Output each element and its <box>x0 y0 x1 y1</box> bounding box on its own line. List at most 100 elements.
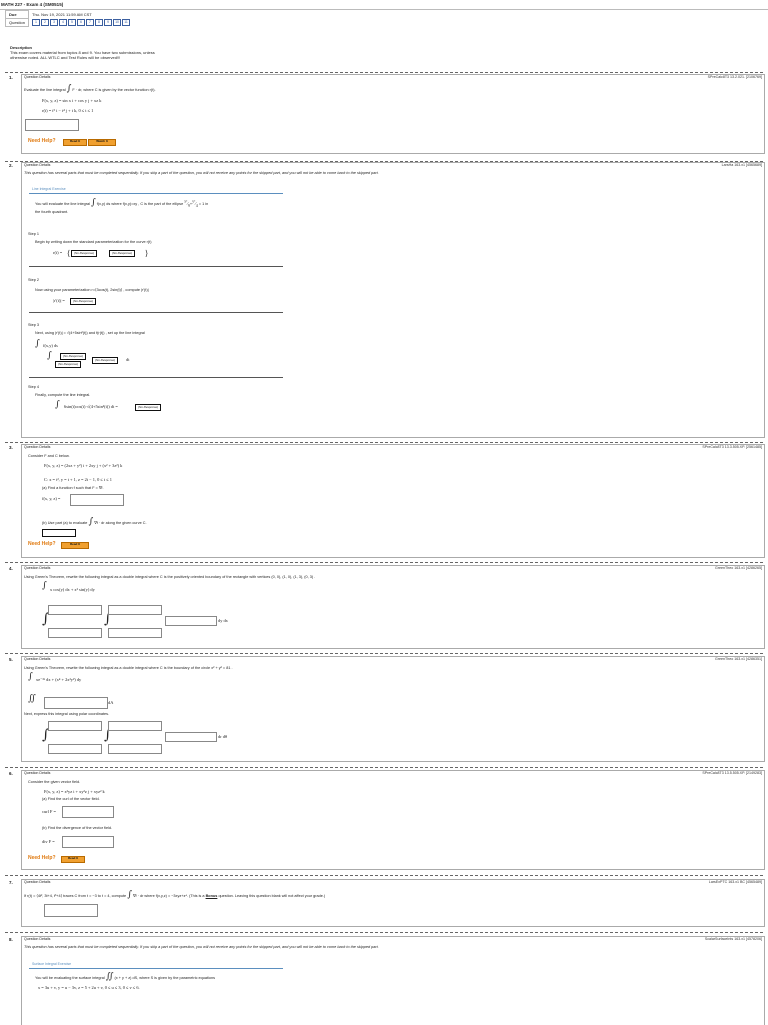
q5-inner-lower-input[interactable] <box>108 744 162 754</box>
dt-label: dt <box>126 357 130 362</box>
q2-step3-lower-input[interactable]: (No Response) <box>55 361 82 368</box>
question-nav: 1 2 3 4 5 6 7 8 9 10 11 <box>29 19 134 27</box>
question-label: Question <box>4 18 30 27</box>
q1-read-it-button[interactable]: Read It <box>63 139 87 146</box>
q2-tutorial-label: Line Integral Exercise <box>32 187 66 191</box>
question-nav-item[interactable]: 3 <box>50 19 59 26</box>
question-nav-item[interactable]: 8 <box>95 19 104 26</box>
q7-prompt-c: question. Leaving this question blank wi… <box>218 894 326 898</box>
left-angle-bracket-icon: ⟨ <box>67 249 71 258</box>
q8-params: x = 3u + v, y = u − 3v, z = 5 + 2u + v, … <box>38 985 140 990</box>
q1-prompt-b: F · dr, where C is given by the vector f… <box>72 88 156 92</box>
question-nav-item[interactable]: 1 <box>32 19 41 26</box>
separator <box>5 653 763 654</box>
integral-sign-icon: ∫ <box>28 672 33 682</box>
due-value: Thu. Nov 19, 2021 11:59 AM CST <box>32 12 92 17</box>
q4-outer-upper-input[interactable] <box>48 605 102 615</box>
description-line-2: otherwise noted. ALL WTLC and Test Rules… <box>10 55 121 60</box>
question-nav-item[interactable]: 7 <box>86 19 95 26</box>
q3-part-b-input[interactable] <box>42 529 76 537</box>
q7-number: 7. <box>9 880 13 885</box>
q2-step1-y-input[interactable]: (No Response) <box>109 250 136 257</box>
q5-da: dA <box>108 700 114 705</box>
question-nav-item[interactable]: 4 <box>59 19 68 26</box>
q8-intro-a: You will be evaluating the surface integ… <box>35 976 105 980</box>
q2-step2-text: Now using your parameterization r=⟨3cos(… <box>35 288 149 292</box>
q1-answer-input[interactable] <box>25 119 79 131</box>
q3-number: 3. <box>9 445 13 450</box>
q3-details-link[interactable]: Question Details <box>24 445 50 449</box>
q2-step2-input[interactable]: (No Response) <box>70 298 97 305</box>
q4-inner-upper-input[interactable] <box>108 605 162 615</box>
q2-details-link[interactable]: Question Details <box>24 163 50 167</box>
q2-sequential-note: This question has several parts that mus… <box>24 171 379 175</box>
q7-prompt-b: ∇f · dr where f(x,y,z) = −3xyz+z⁴. (This… <box>132 894 205 898</box>
q2-step4-eq: 6sin(t)cos(t)·√(4+5sin²(t)) dt = <box>64 404 118 409</box>
q2-intro-d: the fourth quadrant. <box>35 210 69 214</box>
q2-reference: LarsHa 163.x1 [4565689] <box>721 163 762 167</box>
q5-integrand-input[interactable] <box>165 732 217 742</box>
q7-answer-input[interactable] <box>44 904 98 917</box>
q1-watch-it-button[interactable]: Watch It <box>88 139 116 146</box>
q8-number: 8. <box>9 937 13 942</box>
q5-inner-upper-input[interactable] <box>108 721 162 731</box>
q3-prompt: Consider F and C below. <box>28 454 70 458</box>
q4-details-link[interactable]: Question Details <box>24 566 50 570</box>
q5-outer-lower-input[interactable] <box>48 744 102 754</box>
q1-prompt-a: Evaluate the line integral <box>24 88 66 92</box>
q4-reference: GreenTheo 163.x1 [4286265] <box>715 566 762 570</box>
question-nav-item[interactable]: 10 <box>113 19 122 26</box>
integral-sign-icon: ∫ <box>66 84 72 94</box>
q2-step1-x-input[interactable]: (No Response) <box>71 250 98 257</box>
q4-integrand: x cos(y) dx + x² sin(y) dy <box>50 587 95 592</box>
q8-details-link[interactable]: Question Details <box>24 937 50 941</box>
description: Description This exam covers material fr… <box>10 45 310 60</box>
q1-reference: SPreCalc8T3 13.2.021. [2106769] <box>707 75 762 79</box>
question-nav-item[interactable]: 11 <box>122 19 131 26</box>
q2-number: 2. <box>9 163 13 168</box>
question-nav-item[interactable]: 6 <box>77 19 86 26</box>
integral-sign-icon: ∫ <box>88 517 94 527</box>
q7-details-link[interactable]: Question Details <box>24 880 50 884</box>
q3-curve: C: x = t², y = t + 1, z = 2t − 1, 0 ≤ t … <box>44 477 112 482</box>
q5-double-integrand-input[interactable] <box>44 697 108 709</box>
q2-step3-integrand-input[interactable]: (No Response) <box>92 357 119 364</box>
q6-curl-input[interactable] <box>62 806 114 818</box>
q6-part-b-eq: div F = <box>42 839 55 844</box>
separator <box>5 562 763 563</box>
q6-details-link[interactable]: Question Details <box>24 771 50 775</box>
assignment-info-table: Due Thu. Nov 19, 2021 11:59 AM CST Quest… <box>4 10 134 27</box>
double-integral-icon: ∬ <box>105 972 114 982</box>
q1-prompt: Evaluate the line integral ∫ F · dr, whe… <box>24 85 424 94</box>
q2-step2-label: Step 2 <box>28 278 39 282</box>
q2-step3-upper-input[interactable]: (No Response) <box>60 353 87 360</box>
integral-sign-icon: ∫ <box>127 890 132 900</box>
q1-details-link[interactable]: Question Details <box>24 75 50 79</box>
integral-sign-icon: ∫ <box>55 400 60 410</box>
q4-inner-lower-input[interactable] <box>108 628 162 638</box>
q2-step4-input[interactable]: (No Response) <box>135 404 162 411</box>
q7-prompt-a: If r(t) = ⟨4t², 3t+4, t³+4⟩ traces C fro… <box>24 894 127 898</box>
q6-read-it-button[interactable]: Read It <box>61 856 85 863</box>
question-nav-item[interactable]: 5 <box>68 19 77 26</box>
integral-sign-icon: ∫ <box>47 351 52 361</box>
q8-intro-b: (x + y + z) dS, where S is given by the … <box>114 976 215 980</box>
q4-tail: dy dx <box>218 618 228 623</box>
q3-read-it-button[interactable]: Read It <box>61 542 89 549</box>
q4-outer-lower-input[interactable] <box>48 628 102 638</box>
q2-step-divider <box>29 266 283 267</box>
q6-part-a-eq: curl F = <box>42 809 56 814</box>
q6-number: 6. <box>9 771 13 776</box>
page-title: MATH 227 - Exam 4 (SM0515) <box>1 2 64 7</box>
question-nav-item[interactable]: 2 <box>41 19 50 26</box>
q3-part-a-input[interactable] <box>70 494 124 506</box>
q1-need-help: Need Help? <box>28 138 56 144</box>
q5-outer-upper-input[interactable] <box>48 721 102 731</box>
q4-integrand-input[interactable] <box>165 616 217 626</box>
q5-integrand: xe⁻²ˣ dx + (x⁴ + 2x²y²) dy <box>36 677 82 682</box>
q5-details-link[interactable]: Question Details <box>24 657 50 661</box>
question-nav-item[interactable]: 9 <box>104 19 113 26</box>
q6-div-input[interactable] <box>62 836 114 848</box>
separator <box>5 932 763 933</box>
q2-intro: You will evaluate the line integral ∫ f(… <box>35 199 285 208</box>
